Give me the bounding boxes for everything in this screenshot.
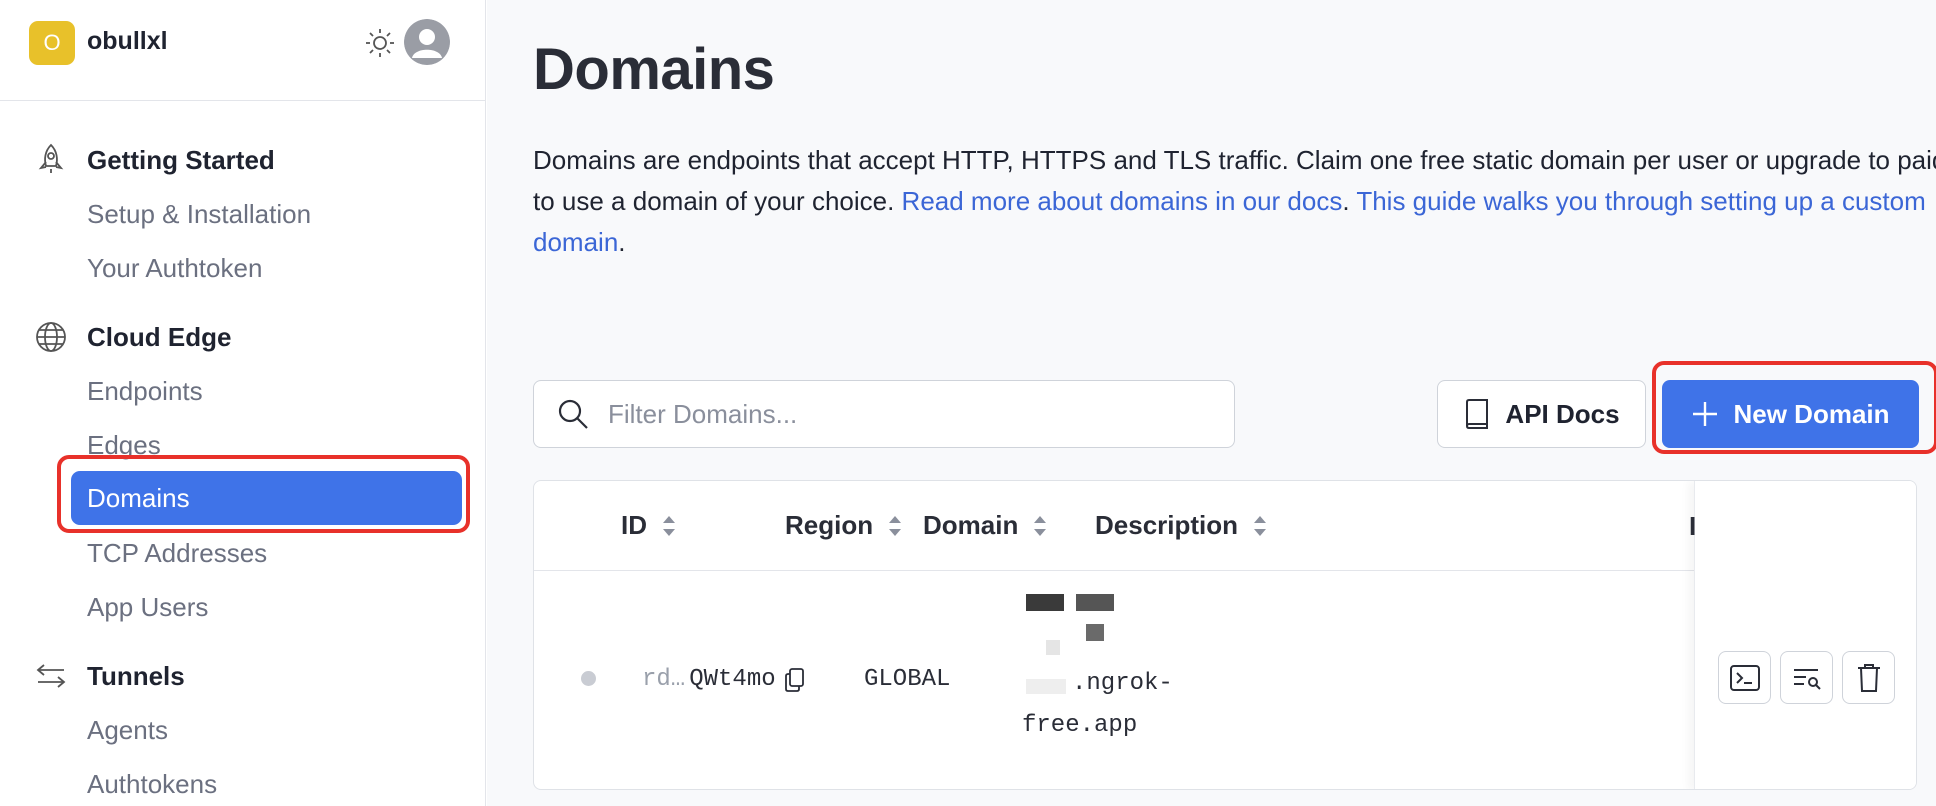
- actions-column: I: [1689, 481, 1916, 789]
- inspect-logs-button[interactable]: [1780, 651, 1833, 704]
- redacted-block: [1046, 640, 1060, 655]
- delete-button[interactable]: [1842, 651, 1895, 704]
- section-cloud-edge[interactable]: Cloud Edge: [87, 322, 231, 353]
- search-icon: [558, 399, 588, 429]
- description-separator: .: [1342, 186, 1357, 216]
- description-end: .: [618, 227, 626, 257]
- user-icon: [404, 19, 450, 65]
- sort-icon: [663, 515, 675, 536]
- domain-id-prefix: rd…: [642, 666, 686, 693]
- redacted-block: [1086, 624, 1104, 641]
- page-description: Domains are endpoints that accept HTTP, …: [533, 140, 1936, 263]
- domain-id-suffix: QWt4mo: [689, 666, 776, 693]
- arrows-swap-icon: [36, 664, 66, 688]
- sidebar-item-setup[interactable]: Setup & Installation: [87, 199, 311, 230]
- api-docs-button[interactable]: API Docs: [1437, 380, 1646, 448]
- redacted-block: [1076, 594, 1114, 611]
- column-header-id[interactable]: ID: [621, 510, 677, 541]
- sidebar: O obullxl Getting Started Setup & Instal…: [0, 0, 486, 806]
- sidebar-item-tcp-addresses[interactable]: TCP Addresses: [87, 538, 267, 569]
- sidebar-item-app-users[interactable]: App Users: [87, 592, 208, 623]
- api-docs-label: API Docs: [1505, 398, 1620, 429]
- docs-link[interactable]: Read more about domains in our docs: [902, 186, 1343, 216]
- search-input[interactable]: [608, 381, 1208, 447]
- highlight-box-domains: [57, 455, 470, 533]
- status-dot: [581, 671, 596, 686]
- sort-icon: [889, 515, 902, 536]
- terminal-icon: [1729, 664, 1760, 691]
- org-logo[interactable]: O: [29, 21, 75, 65]
- column-header-label: Description: [1095, 510, 1239, 540]
- domain-line-1: .ngrok-: [1072, 670, 1173, 697]
- search-box[interactable]: [533, 380, 1235, 448]
- column-header-label: Region: [785, 510, 874, 540]
- section-tunnels[interactable]: Tunnels: [87, 661, 185, 692]
- column-header-region[interactable]: Region: [785, 510, 903, 541]
- main-content: Domains Domains are endpoints that accep…: [487, 0, 1936, 806]
- page-title: Domains: [533, 37, 775, 102]
- column-header-label: Domain: [923, 510, 1019, 540]
- org-name[interactable]: obullxl: [87, 27, 168, 56]
- sun-icon[interactable]: [364, 27, 396, 59]
- column-header-label: ID: [621, 510, 647, 540]
- column-header-truncated: I: [1689, 511, 1697, 541]
- sort-icon: [1034, 515, 1047, 536]
- copy-icon[interactable]: [784, 667, 806, 693]
- domain-id: rd… QWt4mo: [642, 666, 806, 693]
- sidebar-item-authtokens[interactable]: Authtokens: [87, 769, 217, 800]
- domain-region: GLOBAL: [864, 666, 951, 693]
- sort-icon: [1254, 515, 1267, 536]
- list-search-icon: [1793, 668, 1821, 690]
- terminal-button[interactable]: [1718, 651, 1771, 704]
- book-icon: [1466, 399, 1489, 429]
- sidebar-item-agents[interactable]: Agents: [87, 715, 168, 746]
- trash-icon: [1857, 663, 1880, 692]
- redacted-block: [1026, 679, 1066, 694]
- sidebar-item-authtoken[interactable]: Your Authtoken: [87, 253, 262, 284]
- highlight-box-new-domain: [1652, 361, 1936, 454]
- domains-table: ID Region Domain Description rd…QWt4mo: [533, 480, 1917, 790]
- redacted-block: [1026, 594, 1064, 611]
- rocket-icon: [38, 143, 64, 173]
- column-header-domain[interactable]: Domain: [923, 510, 1048, 541]
- section-getting-started[interactable]: Getting Started: [87, 145, 275, 176]
- column-header-description[interactable]: Description: [1095, 510, 1268, 541]
- sidebar-header: O obullxl: [0, 0, 485, 101]
- domain-line-2: free.app: [1022, 712, 1138, 739]
- avatar[interactable]: [404, 19, 450, 65]
- globe-icon: [36, 322, 66, 352]
- sidebar-item-endpoints[interactable]: Endpoints: [87, 376, 203, 407]
